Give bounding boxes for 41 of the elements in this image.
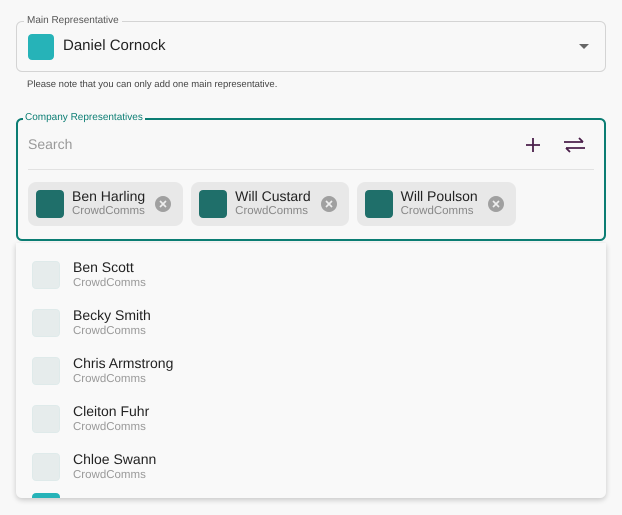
add-icon[interactable] [526,138,540,152]
option-company: CrowdComms [73,468,147,484]
swap-icon[interactable] [564,136,585,153]
option-item[interactable]: Ben Scott CrowdComms [16,251,606,300]
chip-name: Will Custard [235,189,311,204]
option-name: Chloe Swann [73,451,156,468]
option-company: CrowdComms [73,276,146,292]
option-company: CrowdComms [73,324,147,340]
photo-placeholder [32,453,60,482]
option-item[interactable]: Chris Armstrong CrowdComms [16,347,606,396]
option-company: CrowdComms [73,420,147,436]
photo-placeholder [28,34,54,60]
chip-company: CrowdComms [72,204,146,220]
option-name: Cleiton Fuhr [73,403,150,420]
photo-placeholder [364,190,393,218]
photo-placeholder [32,309,60,338]
caret-icon[interactable] [579,44,589,49]
representative-chip[interactable]: Will Custard CrowdComms [191,182,349,226]
representative-chip[interactable]: Ben Harling CrowdComms [28,182,184,226]
helper-text: Please note that you can only add one main representative. [27,78,278,92]
chip-name: Ben Harling [72,189,146,204]
option-item[interactable]: Chloe Swann CrowdComms [16,443,606,492]
option-name: Becky Smith [73,307,151,324]
photo-placeholder [32,405,60,434]
field-label: Main Representative [24,14,122,28]
photo-placeholder [36,190,64,218]
representative-chip[interactable]: Will Poulson CrowdComms [356,182,516,226]
option-company: CrowdComms [73,372,147,388]
chip-company: CrowdComms [235,204,309,220]
search-field[interactable]: Search [28,134,526,156]
option-name: Chris Armstrong [73,355,174,372]
chip-name: Will Poulson [400,189,478,204]
option-item[interactable]: Becky Smith CrowdComms [16,299,606,348]
photo-placeholder [32,357,60,386]
photo-placeholder [32,261,60,290]
photo-placeholder [199,190,228,218]
chip-company: CrowdComms [400,204,474,220]
option-item[interactable]: Cleiton Fuhr CrowdComms [16,395,606,444]
selected-value: Daniel Cornock [63,36,167,56]
field-label: Company Representatives [23,111,145,126]
option-name: Ben Scott [73,259,135,276]
